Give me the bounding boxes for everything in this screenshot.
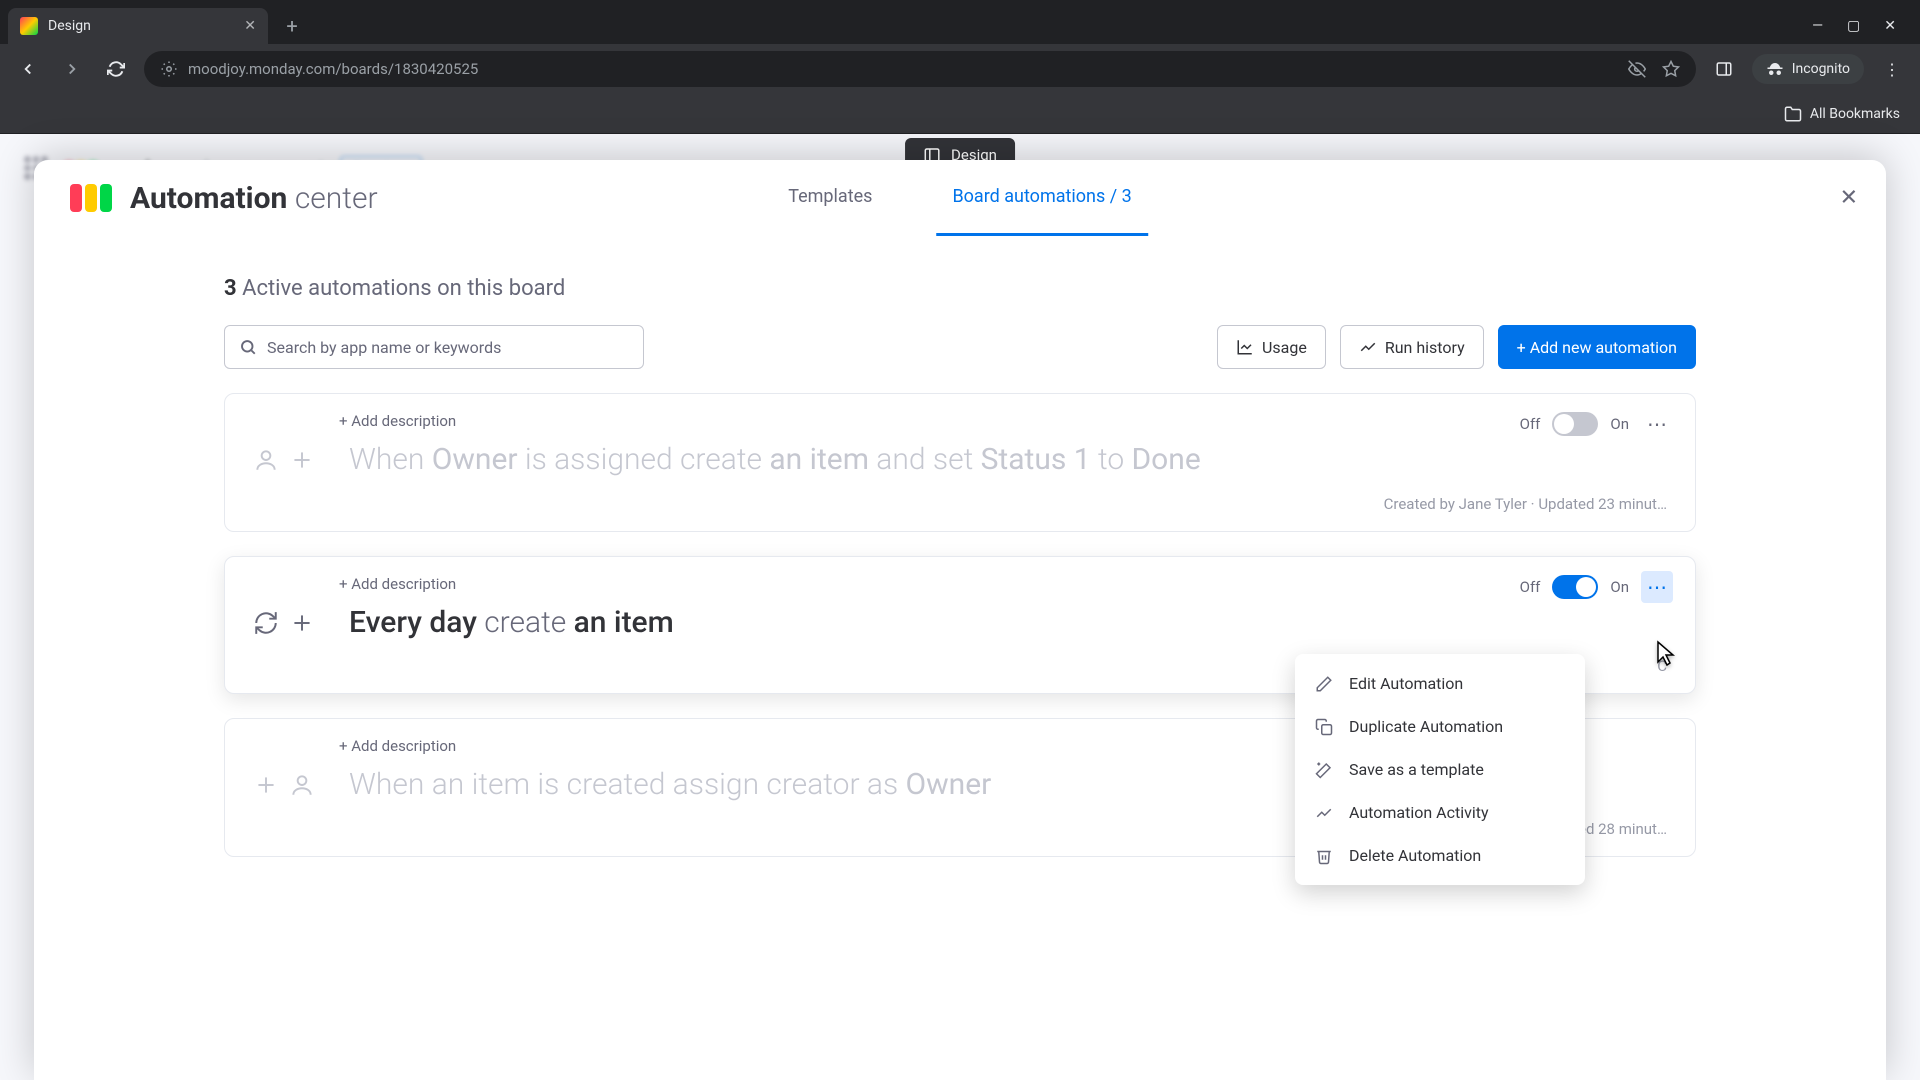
tab-templates[interactable]: Templates [772,160,888,236]
search-icon [239,338,257,356]
person-icon [289,772,315,798]
reload-button[interactable] [100,53,132,85]
folder-icon [1784,105,1802,123]
menu-edit-automation[interactable]: Edit Automation [1295,662,1585,705]
card-type-icons [253,772,325,798]
tab-board-automations[interactable]: Board automations / 3 [936,160,1147,236]
automation-card[interactable]: Off On ⋯ + Add description When Owner is… [224,393,1696,532]
back-button[interactable] [12,53,44,85]
tab-title: Design [48,18,91,34]
menu-automation-activity[interactable]: Automation Activity [1295,791,1585,834]
incognito-badge[interactable]: Incognito [1752,54,1864,84]
modal-title: Automation center [130,181,378,216]
wand-icon [1315,761,1335,779]
pencil-icon [1315,675,1335,693]
url-bar[interactable]: moodjoy.monday.com/boards/1830420525 [144,51,1696,87]
window-controls: — ▢ ✕ [1812,18,1912,34]
duplicate-icon [1315,718,1335,736]
close-tab-icon[interactable]: ✕ [244,18,256,34]
automation-recipe: Every day create an item [349,603,1667,644]
site-settings-icon [160,60,178,78]
bookmark-star-icon[interactable] [1662,60,1680,78]
modal-header: Automation center Templates Board automa… [34,160,1886,236]
usage-icon [1236,338,1254,356]
card-controls: Off On ⋯ [1520,408,1673,440]
menu-duplicate-automation[interactable]: Duplicate Automation [1295,705,1585,748]
forward-button[interactable] [56,53,88,85]
toolbar: Usage Run history + Add new automation [224,325,1696,369]
tab-bar: Design ✕ + — ▢ ✕ [0,0,1920,44]
incognito-label: Incognito [1792,61,1850,77]
minimize-icon[interactable]: — [1812,18,1823,34]
on-label: On [1610,415,1629,433]
toggle-switch[interactable] [1552,575,1598,599]
toggle-switch[interactable] [1552,412,1598,436]
activity-icon [1315,804,1335,822]
maximize-icon[interactable]: ▢ [1847,18,1860,34]
plus-icon [253,772,279,798]
card-type-icons [253,610,325,636]
incognito-icon [1766,60,1784,78]
search-input-wrapper[interactable] [224,325,644,369]
card-controls: Off On ⋯ [1520,571,1673,603]
tracking-icon[interactable] [1628,60,1646,78]
more-menu-button[interactable]: ⋯ [1641,408,1673,440]
close-window-icon[interactable]: ✕ [1884,18,1896,34]
add-automation-button[interactable]: + Add new automation [1498,325,1696,369]
usage-button[interactable]: Usage [1217,325,1326,369]
trash-icon [1315,847,1335,865]
url-text: moodjoy.monday.com/boards/1830420525 [188,60,1618,78]
card-meta: Created by Jane Tyler · Updated 23 minut… [253,495,1667,513]
menu-save-template[interactable]: Save as a template [1295,748,1585,791]
plus-icon [289,610,315,636]
new-tab-button[interactable]: + [276,10,308,42]
person-icon [253,447,279,473]
context-menu: Edit Automation Duplicate Automation Sav… [1295,654,1585,885]
side-panel-icon[interactable] [1708,53,1740,85]
add-description-link[interactable]: + Add description [339,412,1667,430]
browser-chrome: Design ✕ + — ▢ ✕ moodjoy.monday.com/boar… [0,0,1920,134]
off-label: Off [1520,415,1541,433]
automation-center-modal: Automation center Templates Board automa… [34,160,1886,1080]
off-label: Off [1520,578,1541,596]
modal-close-icon[interactable]: ✕ [1840,186,1858,211]
automation-recipe: When Owner is assigned create an item an… [349,440,1667,481]
run-history-button[interactable]: Run history [1340,325,1484,369]
search-input[interactable] [267,338,629,357]
menu-delete-automation[interactable]: Delete Automation [1295,834,1585,877]
all-bookmarks-link[interactable]: All Bookmarks [1810,106,1900,122]
recurring-icon [253,610,279,636]
bookmarks-bar: All Bookmarks [0,94,1920,134]
monday-favicon [20,17,38,35]
summary-text: 3 Active automations on this board [224,276,1696,301]
browser-menu-icon[interactable]: ⋮ [1876,60,1908,79]
nav-bar: moodjoy.monday.com/boards/1830420525 Inc… [0,44,1920,94]
add-description-link[interactable]: + Add description [339,575,1667,593]
modal-body: 3 Active automations on this board Usage… [34,236,1886,857]
history-icon [1359,338,1377,356]
browser-tab[interactable]: Design ✕ [8,8,268,44]
plus-icon [289,447,315,473]
modal-tabs: Templates Board automations / 3 [772,160,1148,236]
on-label: On [1610,578,1629,596]
more-menu-button[interactable]: ⋯ [1641,571,1673,603]
card-type-icons [253,447,325,473]
monday-logo-icon [70,184,112,212]
